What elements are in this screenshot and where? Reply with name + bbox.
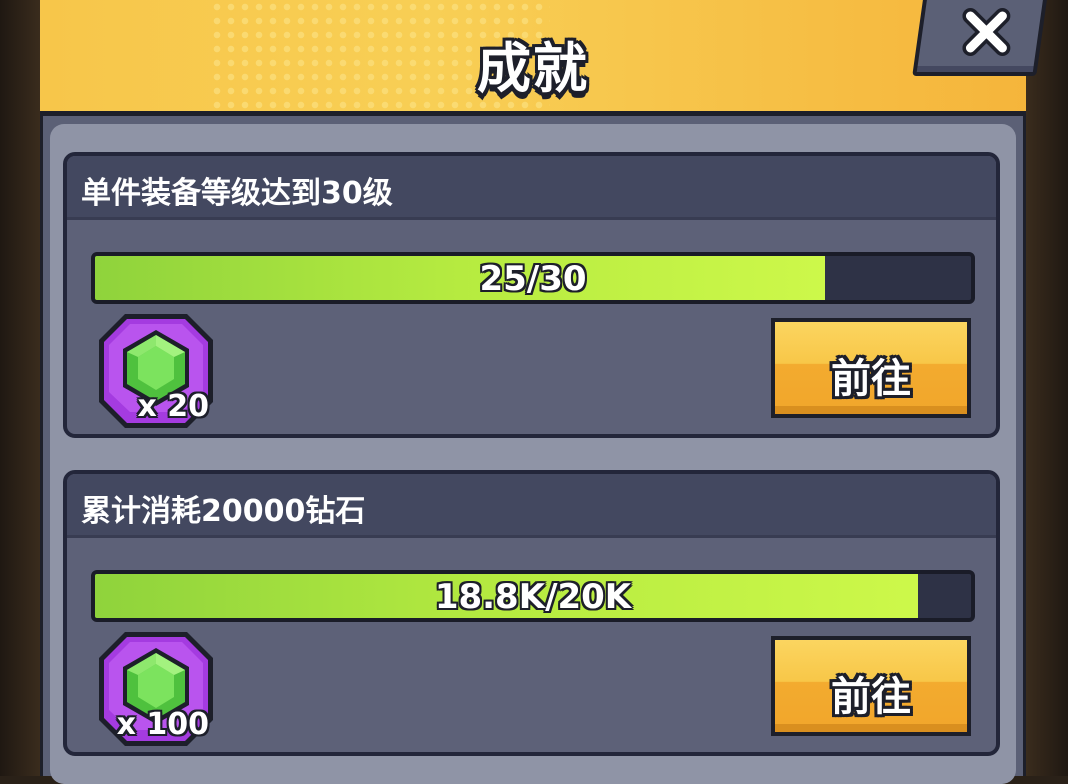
progress-bar: 25/30 [91,252,975,304]
reward-item[interactable]: x 20 [97,312,215,430]
achievement-title: 累计消耗20000钻石 [81,494,366,529]
go-button-label: 前往 [831,356,911,402]
reward-quantity: x 100 [116,707,209,742]
progress-text: 18.8K/20K [434,577,632,617]
go-button[interactable]: 前往 [771,636,971,736]
progress-bar: 18.8K/20K [91,570,975,622]
panel-title: 成就 [477,37,589,100]
achievement-card: 累计消耗20000钻石 18.8K/20K x 100 前往 [63,470,1000,756]
achievement-card: 单件装备等级达到30级 25/30 x 20 前往 [63,152,1000,438]
go-button[interactable]: 前往 [771,318,971,418]
background-left [0,0,40,776]
reward-quantity: x 20 [137,389,209,424]
panel-header: 成就 [40,0,1026,116]
background-right [1026,0,1068,776]
progress-text: 25/30 [479,259,587,299]
go-button-label: 前往 [831,674,911,720]
close-button[interactable] [912,0,1048,76]
close-icon [962,8,1011,56]
achievement-title: 单件装备等级达到30级 [81,176,393,211]
reward-item[interactable]: x 100 [97,630,215,748]
